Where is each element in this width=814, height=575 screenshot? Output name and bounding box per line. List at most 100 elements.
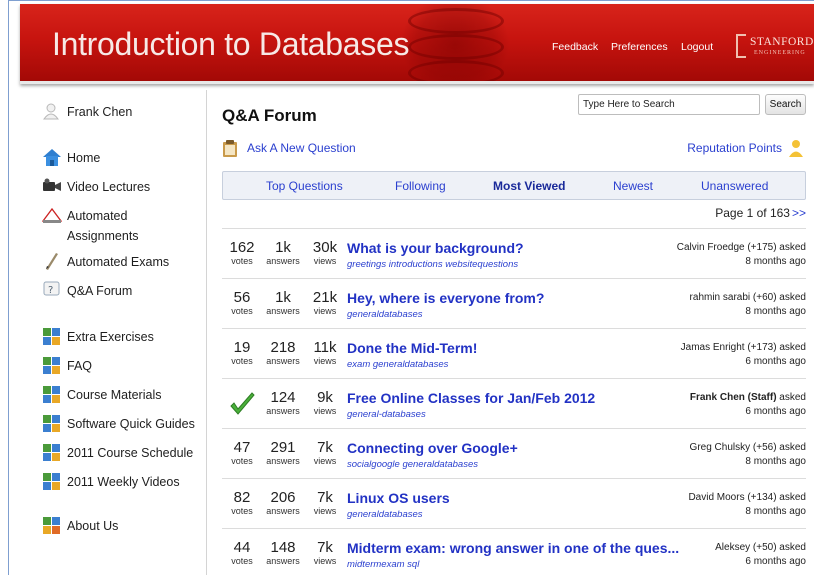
sidebar-item-label: Q&A Forum (67, 284, 133, 298)
sidebar-item-automated-assignments[interactable]: Automated Assignments (41, 206, 157, 246)
logout-link[interactable]: Logout (681, 41, 713, 53)
puzzle-icon (42, 414, 62, 432)
vote-count: 47 votes (231, 439, 253, 467)
vote-count: 44 votes (231, 539, 253, 567)
sidebar: Frank Chen Home Video Lectures Automated… (32, 96, 200, 575)
question-row: 19 votes 218 answers 11k views Done the Mid… (222, 328, 806, 378)
sidebar-item-label: 2011 Course Schedule (67, 446, 194, 460)
sidebar-item-video-lectures[interactable]: Video Lectures (42, 177, 150, 197)
question-title-link[interactable]: Midterm exam: wrong answer in one of the… (347, 540, 679, 556)
user-profile[interactable]: Frank Chen (42, 102, 132, 122)
answer-count: 124 answers (266, 389, 300, 417)
sidebar-item-qa-forum[interactable]: ? Q&A Forum (42, 281, 132, 301)
sidebar-item-label: About Us (67, 519, 119, 533)
answer-count: 218 answers (266, 339, 300, 367)
question-time: 8 months ago (745, 256, 806, 267)
view-count: 9k views (313, 389, 337, 417)
question-tags[interactable]: generaldatabases (347, 309, 423, 320)
sidebar-item-about-us[interactable]: About Us (42, 516, 118, 536)
question-author: rahmin sarabi (+60) asked (689, 292, 806, 303)
sidebar-item-label: Automated Assignments (67, 209, 139, 243)
sidebar-item-course-materials[interactable]: Course Materials (42, 385, 161, 405)
sidebar-item-label: FAQ (67, 359, 93, 373)
stanford-engineering-logo[interactable]: STANFORD ENGINEERING (736, 32, 813, 64)
main-content: Q&A Forum Search Ask A New Question Repu… (222, 90, 814, 575)
question-time: 8 months ago (745, 306, 806, 317)
puzzle-icon (42, 385, 62, 403)
question-icon: ? (42, 281, 62, 299)
sidebar-item-faq[interactable]: FAQ (42, 356, 92, 376)
tab-following[interactable]: Following (395, 179, 446, 193)
search-input[interactable] (578, 94, 760, 115)
pencil-icon (42, 252, 62, 270)
vote-count: 162 votes (229, 239, 255, 267)
user-name: Frank Chen (67, 105, 133, 119)
question-title-link[interactable]: Free Online Classes for Jan/Feb 2012 (347, 390, 595, 406)
assignment-icon (41, 206, 63, 224)
vote-count: 56 votes (231, 289, 253, 317)
question-time: 8 months ago (745, 506, 806, 517)
puzzle-icon (42, 516, 62, 534)
question-tabs: Top Questions Following Most Viewed Newe… (222, 171, 806, 200)
question-tags[interactable]: midtermexam sql (347, 559, 419, 570)
tab-newest[interactable]: Newest (613, 179, 653, 193)
tab-most-viewed[interactable]: Most Viewed (493, 179, 565, 193)
search-button[interactable]: Search (765, 94, 806, 115)
reputation-points-link[interactable]: Reputation Points (687, 139, 804, 157)
sidebar-item-automated-exams[interactable]: Automated Exams (42, 252, 169, 272)
answer-count: 148 answers (266, 539, 300, 567)
question-title-link[interactable]: Done the Mid-Term! (347, 340, 477, 356)
puzzle-icon (42, 472, 62, 490)
tab-unanswered[interactable]: Unanswered (701, 179, 768, 193)
sidebar-item-software-quick-guides[interactable]: Software Quick Guides (42, 414, 195, 434)
ask-question-link[interactable]: Ask A New Question (222, 139, 356, 157)
puzzle-icon (42, 356, 62, 374)
site-title: Introduction to Databases (52, 26, 410, 62)
question-author: Frank Chen (Staff) asked (690, 392, 806, 403)
sidebar-item-label: 2011 Weekly Videos (67, 475, 180, 489)
video-camera-icon (42, 177, 62, 195)
pagination: Page 1 of 163 >> (715, 206, 806, 220)
answer-count: 206 answers (266, 489, 300, 517)
preferences-link[interactable]: Preferences (611, 41, 668, 53)
question-tags[interactable]: greetings introductions websitequestions (347, 259, 518, 270)
tab-top-questions[interactable]: Top Questions (266, 179, 343, 193)
sidebar-item-label: Home (67, 151, 101, 165)
question-author: Jamas Enright (+173) asked (680, 342, 806, 353)
person-icon (788, 139, 804, 157)
logo-bracket (736, 34, 746, 58)
question-author: Greg Chulsky (+56) asked (689, 442, 806, 453)
clipboard-icon (222, 139, 238, 157)
answer-count: 291 answers (266, 439, 300, 467)
question-tags[interactable]: socialgoogle generaldatabases (347, 459, 478, 470)
question-tags[interactable]: general-databases (347, 409, 426, 420)
sidebar-item-2011-course-schedule[interactable]: 2011 Course Schedule (42, 443, 193, 463)
author-suffix: asked (776, 392, 806, 403)
view-count: 30k views (312, 239, 338, 267)
database-graphic-ring (408, 8, 504, 34)
feedback-link[interactable]: Feedback (552, 41, 598, 53)
sidebar-item-home[interactable]: Home (42, 148, 100, 168)
sidebar-divider (206, 90, 207, 575)
next-page-link[interactable]: >> (792, 206, 806, 220)
question-title-link[interactable]: What is your background? (347, 240, 524, 256)
question-tags[interactable]: exam generaldatabases (347, 359, 448, 370)
view-count: 7k views (313, 439, 337, 467)
question-row: 47 votes 291 answers 7k views Connecting ov… (222, 428, 806, 478)
question-row: 124 answers 9k views Free Online Classes f… (222, 378, 806, 428)
home-icon (42, 148, 62, 166)
sidebar-item-extra-exercises[interactable]: Extra Exercises (42, 327, 154, 347)
sidebar-item-label: Automated Exams (67, 255, 170, 269)
question-title-link[interactable]: Hey, where is everyone from? (347, 290, 544, 306)
logo-name: STANFORD (750, 36, 814, 48)
vote-count: 19 votes (231, 339, 253, 367)
sidebar-item-label: Video Lectures (67, 180, 151, 194)
question-title-link[interactable]: Linux OS users (347, 490, 450, 506)
sidebar-item-label: Course Materials (67, 388, 162, 402)
user-avatar-icon (42, 102, 62, 120)
question-tags[interactable]: generaldatabases (347, 509, 423, 520)
sidebar-item-2011-weekly-videos[interactable]: 2011 Weekly Videos (42, 472, 180, 492)
page-indicator: Page 1 of 163 (715, 206, 790, 220)
question-author: Aleksey (+50) asked (715, 542, 806, 553)
question-title-link[interactable]: Connecting over Google+ (347, 440, 518, 456)
